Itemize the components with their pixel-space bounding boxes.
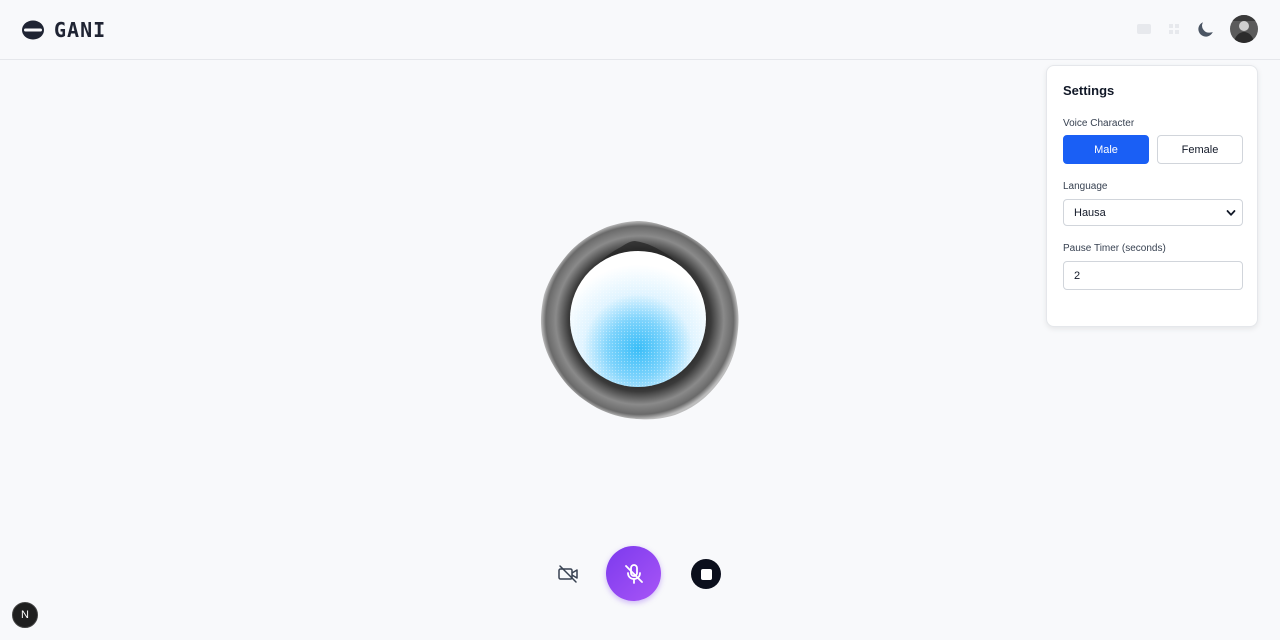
logo[interactable]: GANI [22, 18, 106, 42]
logo-icon [22, 20, 44, 40]
grid-icon[interactable] [1166, 21, 1182, 37]
call-controls [0, 546, 1280, 602]
dev-badge[interactable]: N [12, 602, 38, 628]
language-selected-value: Hausa [1074, 206, 1106, 219]
settings-panel: Settings Voice Character Male Female Lan… [1046, 65, 1258, 327]
language-label: Language [1063, 181, 1108, 192]
pause-timer-input[interactable]: 2 [1063, 261, 1243, 290]
header-actions [1136, 15, 1258, 43]
stop-icon [700, 568, 712, 580]
moon-icon[interactable] [1196, 19, 1216, 39]
app-title: GANI [54, 18, 107, 42]
avatar[interactable] [1230, 15, 1258, 43]
male-voice-button[interactable]: Male [1063, 135, 1149, 164]
language-select[interactable]: Hausa [1063, 199, 1243, 226]
stop-button[interactable] [691, 559, 721, 589]
pause-timer-label: Pause Timer (seconds) [1063, 243, 1166, 254]
mic-toggle-button[interactable] [606, 546, 661, 601]
voice-character-label: Voice Character [1063, 118, 1135, 129]
settings-title: Settings [1063, 83, 1115, 98]
voice-orb [540, 221, 739, 420]
chevron-down-icon [1226, 209, 1236, 216]
mic-off-icon [624, 563, 643, 584]
female-voice-button[interactable]: Female [1157, 135, 1243, 164]
chat-icon[interactable] [1136, 21, 1152, 37]
camera-off-icon[interactable] [557, 563, 579, 585]
top-bar: GANI [0, 0, 1280, 60]
